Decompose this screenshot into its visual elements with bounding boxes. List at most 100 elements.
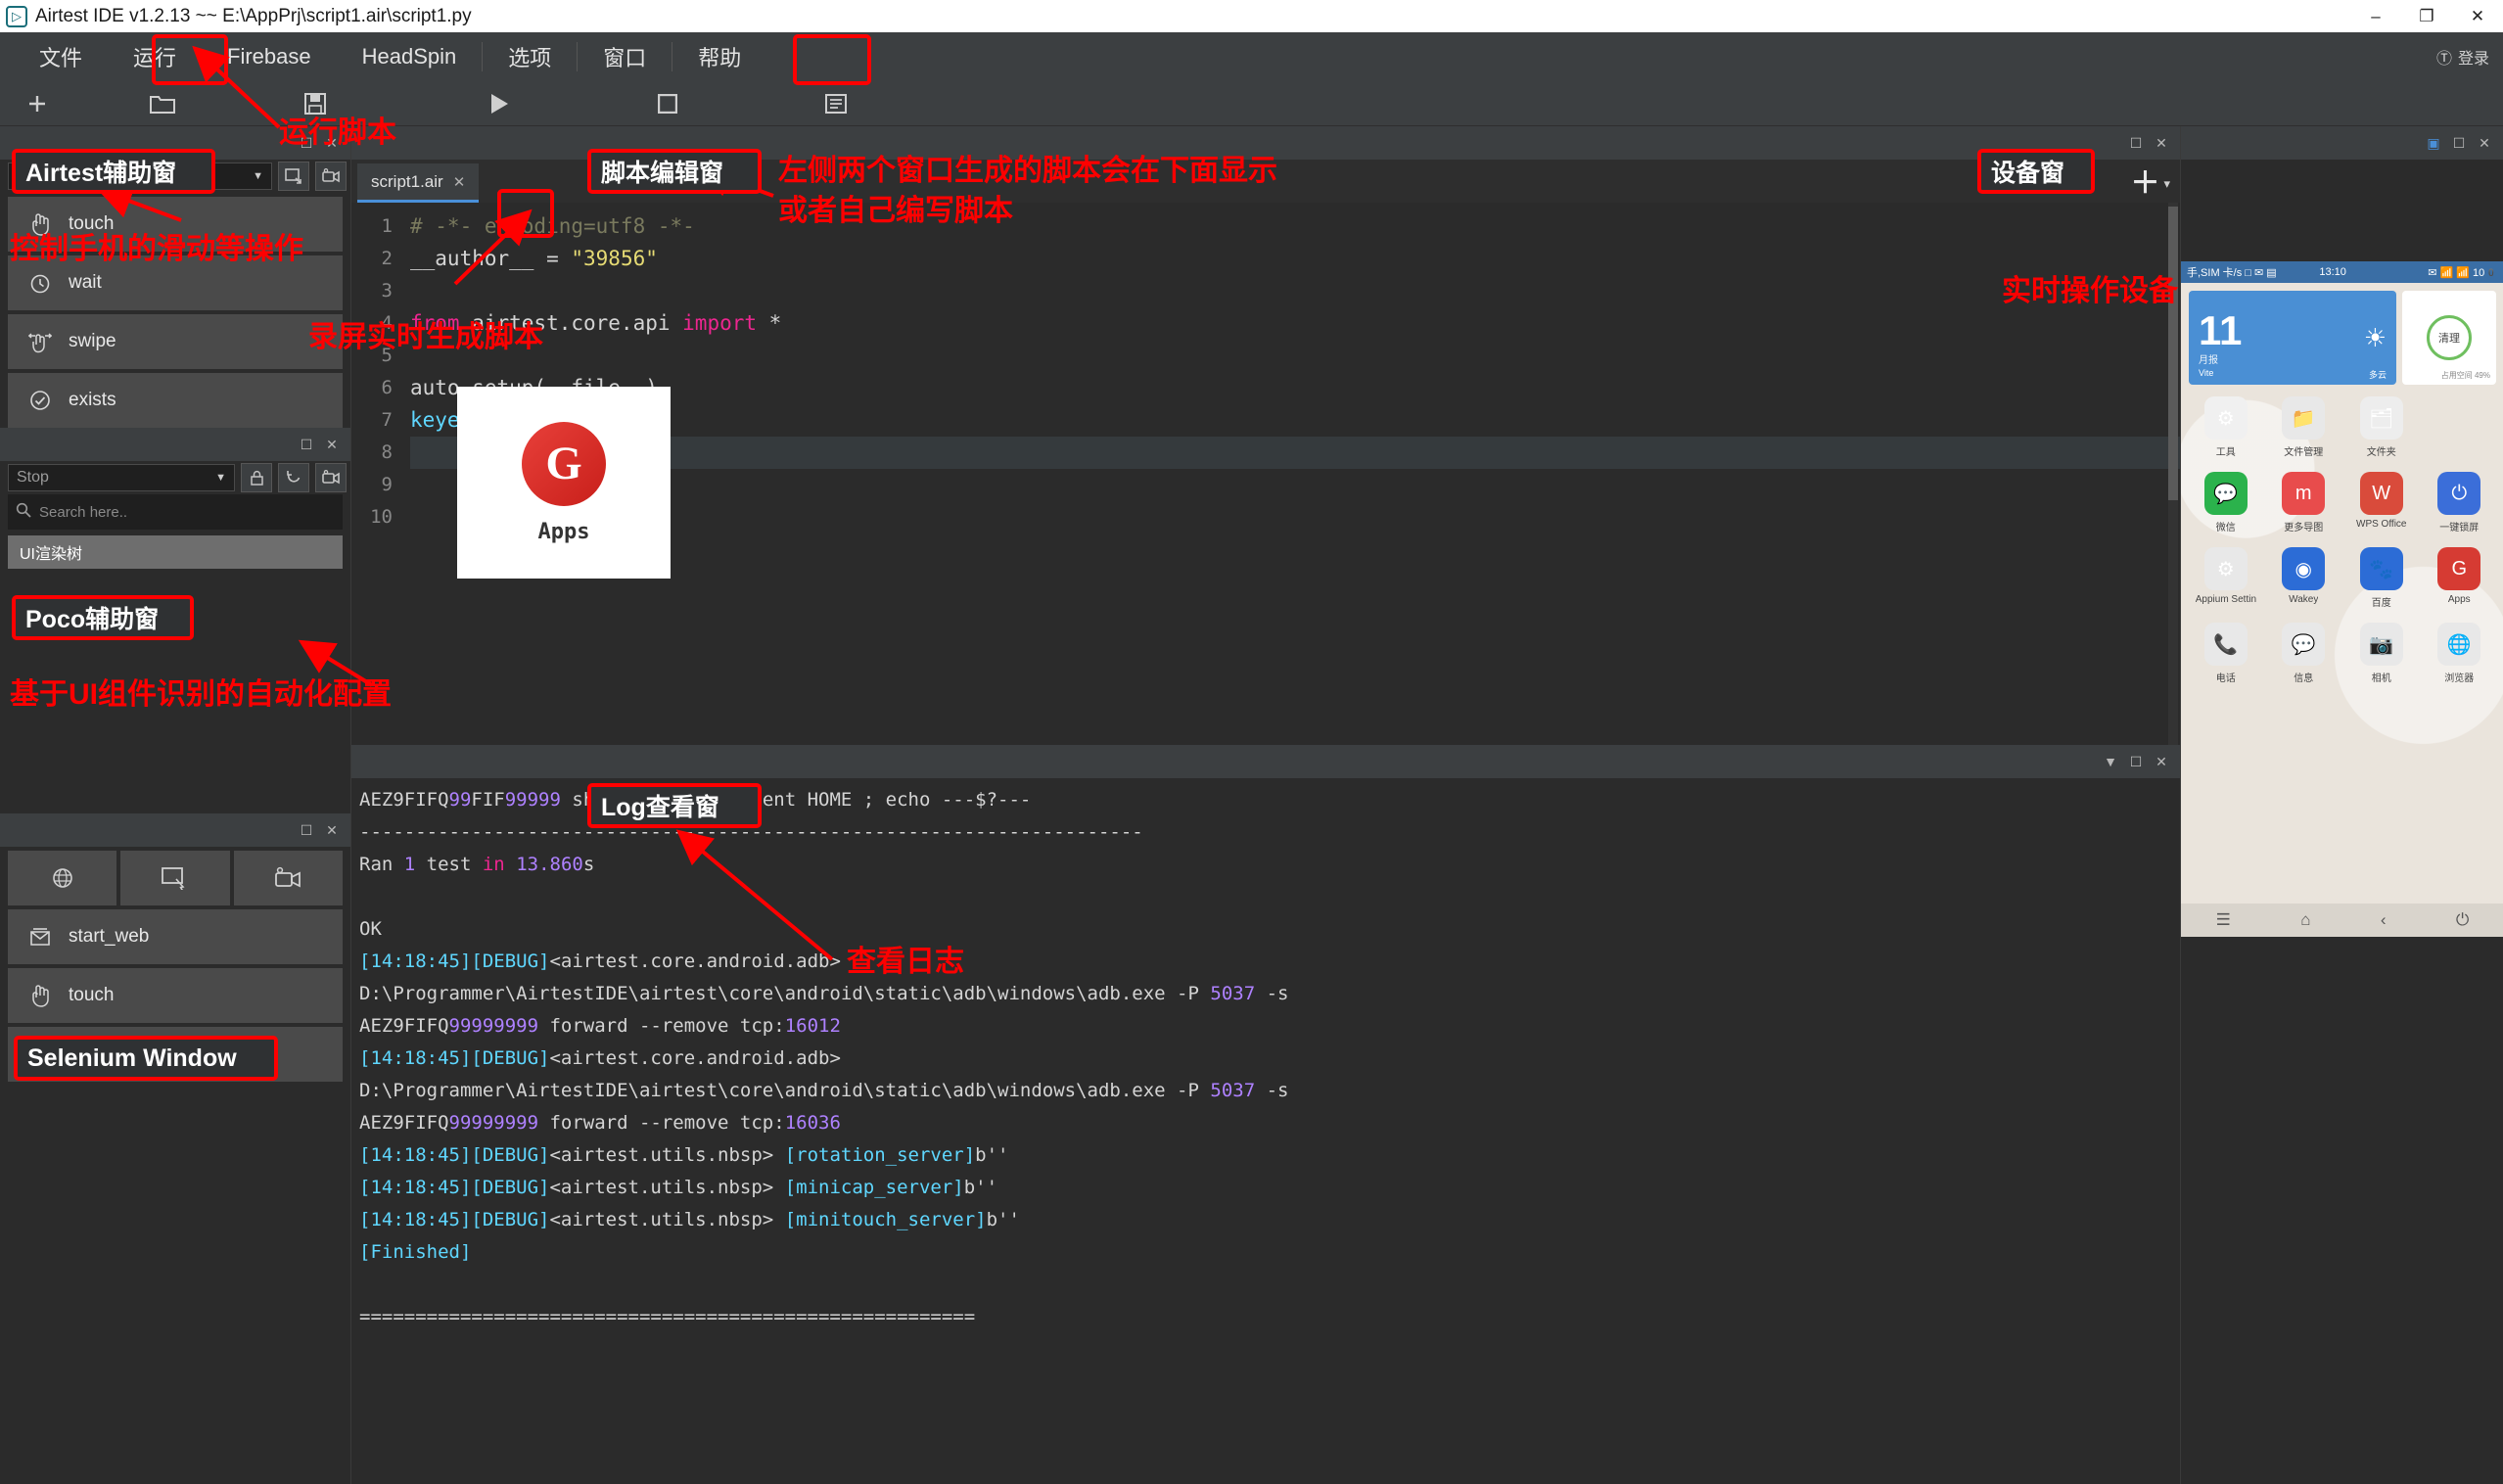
- device-close-button[interactable]: ✕: [2472, 130, 2497, 156]
- line-number: 10: [351, 501, 393, 533]
- device-app-icon[interactable]: 🗂文件夹: [2342, 396, 2421, 458]
- poco-mode-select[interactable]: Stop ▼: [8, 464, 235, 491]
- log-panel: ▼ ☐ ✕ AEZ9FIFQ99FIF99999 shell input key…: [350, 745, 2180, 1484]
- menu-headspin[interactable]: HeadSpin: [337, 32, 483, 81]
- selenium-panel-float-button[interactable]: ☐: [294, 817, 319, 843]
- device-home-screen[interactable]: 11 月报 ☀ Vite 多云 清理 占用空间 49%: [2181, 283, 2503, 904]
- close-icon[interactable]: ✕: [453, 173, 466, 191]
- device-app-icon[interactable]: 💬信息: [2265, 623, 2343, 684]
- login-button[interactable]: Ⓣ 登录: [2436, 45, 2489, 69]
- airtest-screenshot-button[interactable]: [278, 162, 309, 191]
- add-tab-button[interactable]: ＋: [2130, 169, 2159, 199]
- selenium-action-touch[interactable]: touch: [8, 968, 343, 1023]
- wait-icon: [27, 272, 53, 294]
- code-line[interactable]: __author__ = "39856": [410, 243, 2180, 275]
- stop-script-button[interactable]: [630, 81, 705, 126]
- record-web-icon[interactable]: [234, 851, 343, 905]
- weather-line3: 多云: [2369, 368, 2387, 381]
- device-app-icon[interactable]: ⚙Appium Settings: [2187, 547, 2265, 609]
- airtest-action-swipe[interactable]: swipe: [8, 314, 343, 369]
- annotation-box-log: Log查看窗: [587, 783, 762, 828]
- open-browser-icon[interactable]: [8, 851, 116, 905]
- menu-icon[interactable]: ☰: [2216, 910, 2231, 930]
- device-stage[interactable]: 手,SIM 卡/s □ ✉ ▤ 13:10 ✉ 📶 📶 100️ 11 月报 ☀: [2181, 160, 2503, 1484]
- device-float-button[interactable]: ☐: [2446, 130, 2472, 156]
- code-line[interactable]: [410, 469, 2180, 501]
- open-folder-button[interactable]: [125, 81, 200, 126]
- device-app-icon[interactable]: 🐾百度: [2342, 547, 2421, 609]
- poco-refresh-button[interactable]: [278, 463, 309, 492]
- poco-search-row[interactable]: Search here..: [8, 494, 343, 530]
- poco-mode-row: Stop ▼: [0, 461, 350, 494]
- menu-help[interactable]: 帮助: [672, 32, 766, 81]
- menu-window[interactable]: 窗口: [578, 32, 672, 81]
- log-output[interactable]: AEZ9FIFQ99FIF99999 shell input keyevent …: [351, 778, 2180, 1484]
- code-line[interactable]: auto_setup(__file__): [410, 372, 2180, 404]
- device-app-label: Apps: [2448, 594, 2471, 605]
- code-line[interactable]: [410, 437, 2180, 469]
- editor-tab-label: script1.air: [371, 172, 443, 192]
- device-app-icon[interactable]: ⏻一键锁屏: [2421, 472, 2499, 533]
- device-app-icon[interactable]: [2421, 396, 2499, 458]
- code-line[interactable]: keyevent("HOME"): [410, 404, 2180, 437]
- log-token: <airtest.core.android.adb>: [549, 951, 840, 972]
- app-glyph-icon: W: [2360, 472, 2403, 515]
- code-editor[interactable]: 12345678910 # -*- encoding=utf8 -*-__aut…: [351, 203, 2180, 745]
- device-app-icon[interactable]: 📷相机: [2342, 623, 2421, 684]
- log-close-button[interactable]: ✕: [2149, 749, 2174, 774]
- device-app-icon[interactable]: 💬微信: [2187, 472, 2265, 533]
- selenium-action-start-web[interactable]: start_web: [8, 909, 343, 964]
- editor-tab-script1[interactable]: script1.air ✕: [357, 163, 479, 203]
- log-line: [14:18:45][DEBUG]<airtest.core.android.a…: [359, 946, 2180, 978]
- code-line[interactable]: [410, 501, 2180, 533]
- log-line: [359, 881, 2180, 913]
- run-script-button[interactable]: [462, 81, 536, 126]
- device-app-icon[interactable]: ◉Wakey: [2265, 547, 2343, 609]
- inspect-element-icon[interactable]: [120, 851, 229, 905]
- airtest-action-exists[interactable]: exists: [8, 373, 343, 428]
- device-app-icon[interactable]: m更多导图: [2265, 472, 2343, 533]
- user-icon: Ⓣ: [2436, 45, 2452, 69]
- chevron-down-icon[interactable]: ▾: [2163, 176, 2170, 192]
- poco-record-button[interactable]: [315, 463, 347, 492]
- editor-scrollbar-thumb[interactable]: [2168, 207, 2178, 500]
- poco-panel-close-button[interactable]: ✕: [319, 432, 345, 457]
- device-screen-mirror[interactable]: 手,SIM 卡/s □ ✉ ▤ 13:10 ✉ 📶 📶 100️ 11 月报 ☀: [2181, 261, 2503, 937]
- device-app-icon[interactable]: WWPS Office: [2342, 472, 2421, 533]
- device-app-icon[interactable]: 🌐浏览器: [2421, 623, 2499, 684]
- device-settings-icon[interactable]: ▣: [2421, 130, 2446, 156]
- code-line[interactable]: from airtest.core.api import *: [410, 307, 2180, 340]
- code-line[interactable]: # -*- encoding=utf8 -*-: [410, 210, 2180, 243]
- code-line[interactable]: [410, 340, 2180, 372]
- device-app-icon[interactable]: ⚙工具: [2187, 396, 2265, 458]
- new-script-button[interactable]: [0, 81, 74, 126]
- cleanup-widget[interactable]: 清理 占用空间 49%: [2402, 291, 2496, 385]
- selenium-panel-close-button[interactable]: ✕: [319, 817, 345, 843]
- weather-widget[interactable]: 11 月报 ☀ Vite 多云: [2189, 291, 2396, 385]
- code-line[interactable]: [410, 275, 2180, 307]
- power-icon[interactable]: ⏻: [2456, 910, 2469, 930]
- close-button[interactable]: ✕: [2452, 0, 2503, 32]
- menu-file[interactable]: 文件: [14, 32, 108, 81]
- log-filter-button[interactable]: ▼: [2098, 749, 2123, 774]
- report-button[interactable]: [799, 81, 873, 126]
- editor-close-button[interactable]: ✕: [2149, 130, 2174, 156]
- airtest-record-button[interactable]: [315, 162, 347, 191]
- maximize-button[interactable]: ❐: [2401, 0, 2452, 32]
- poco-search-input[interactable]: Search here..: [39, 504, 335, 521]
- poco-lock-button[interactable]: [241, 463, 272, 492]
- back-icon[interactable]: ‹: [2381, 910, 2387, 930]
- menu-options[interactable]: 选项: [483, 32, 577, 81]
- poco-panel-float-button[interactable]: ☐: [294, 432, 319, 457]
- airtest-action-list: touch wait swipe exists: [0, 193, 350, 428]
- log-float-button[interactable]: ☐: [2123, 749, 2149, 774]
- device-app-icon[interactable]: 📁文件管理: [2265, 396, 2343, 458]
- app-glyph-icon: 💬: [2204, 472, 2248, 515]
- minimize-button[interactable]: –: [2350, 0, 2401, 32]
- device-app-icon[interactable]: 📞电话: [2187, 623, 2265, 684]
- screenshot-thumbnail[interactable]: G Apps: [457, 387, 671, 579]
- app-logo-icon: ▷: [6, 6, 27, 27]
- editor-float-button[interactable]: ☐: [2123, 130, 2149, 156]
- device-app-icon[interactable]: GApps: [2421, 547, 2499, 609]
- home-icon[interactable]: ⌂: [2300, 910, 2310, 930]
